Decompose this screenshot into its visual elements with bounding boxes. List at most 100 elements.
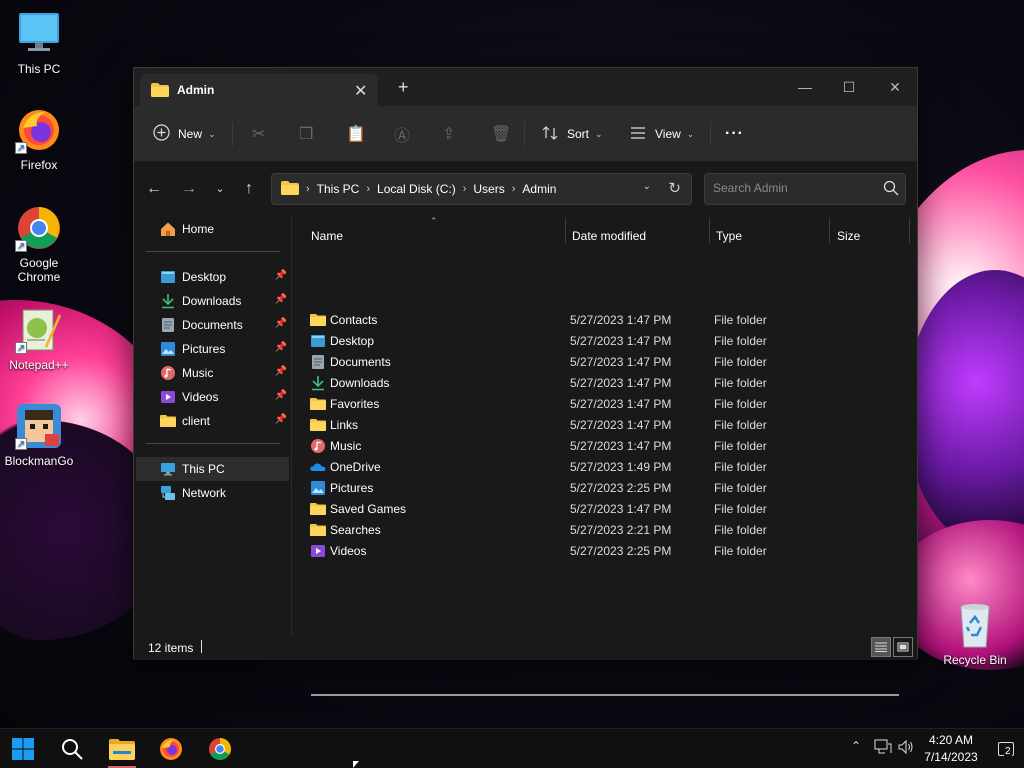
taskbar-chrome[interactable] (200, 729, 240, 768)
search-taskbar-button[interactable] (52, 729, 92, 768)
system-clock[interactable]: 4:20 AM 7/14/2023 (918, 732, 984, 766)
file-name: OneDrive (330, 460, 381, 474)
folder-icon (310, 522, 326, 538)
search-input[interactable] (713, 181, 873, 195)
column-header-name[interactable]: Name (311, 229, 343, 243)
title-bar: Admin ✕ + — ☐ ✕ (134, 68, 917, 106)
file-row[interactable]: Saved Games 5/27/2023 1:47 PM File folder (307, 498, 907, 519)
sidebar-item-label: Network (182, 486, 227, 500)
sort-button[interactable]: Sort ⌄ (542, 120, 603, 148)
refresh-button[interactable]: ↻ (668, 179, 681, 197)
file-date-modified: 5/27/2023 1:47 PM (570, 418, 672, 432)
file-type: File folder (714, 313, 767, 327)
file-date-modified: 5/27/2023 1:47 PM (570, 439, 672, 453)
address-dropdown-button[interactable]: ⌄ (643, 181, 651, 192)
search-icon[interactable] (883, 180, 899, 199)
file-row[interactable]: Pictures 5/27/2023 2:25 PM File folder (307, 477, 907, 498)
sidebar-item-desktop[interactable]: Desktop 📌 (136, 265, 289, 289)
file-row[interactable]: Favorites 5/27/2023 1:47 PM File folder (307, 393, 907, 414)
close-window-button[interactable]: ✕ (872, 73, 918, 101)
firefox-icon (160, 738, 182, 760)
sidebar-item-music[interactable]: Music 📌 (136, 361, 289, 385)
network-tray-icon[interactable] (874, 739, 892, 758)
sidebar-item-pictures[interactable]: Pictures 📌 (136, 337, 289, 361)
desktop-icon-this-pc[interactable]: This PC (1, 10, 77, 76)
desktop-icon-recycle-bin[interactable]: Recycle Bin (937, 601, 1013, 667)
desktop-icon-label: Notepad++ (9, 358, 69, 372)
forward-button[interactable]: → (177, 178, 201, 200)
new-button[interactable]: New ⌄ (153, 120, 216, 148)
recent-locations-button[interactable]: ⌄ (208, 178, 232, 200)
pin-icon: 📌 (274, 294, 287, 305)
cut-button[interactable]: ✂ (252, 120, 265, 148)
file-type: File folder (714, 418, 767, 432)
chevron-right-icon: › (306, 183, 310, 195)
status-bar: 12 items (134, 636, 917, 660)
sidebar-item-this-pc[interactable]: This PC (136, 457, 289, 481)
delete-button[interactable]: 🗑 (491, 120, 511, 148)
up-button[interactable]: ↑ (237, 178, 261, 200)
desktop-icon-notepadpp[interactable]: ↗ Notepad++ (1, 306, 77, 372)
taskbar-firefox[interactable] (151, 729, 191, 768)
copy-button[interactable]: ❐ (299, 120, 313, 148)
sidebar-item-label: Music (182, 366, 214, 380)
desktop-icon-firefox[interactable]: ↗ Firefox (1, 106, 77, 172)
new-tab-button[interactable]: + (398, 78, 409, 96)
search-icon (62, 739, 83, 760)
file-type: File folder (714, 523, 767, 537)
search-box[interactable] (704, 173, 906, 205)
file-date-modified: 5/27/2023 2:25 PM (570, 544, 672, 558)
folder-icon (281, 180, 299, 198)
file-row[interactable]: OneDrive 5/27/2023 1:49 PM File folder (307, 456, 907, 477)
sidebar-item-documents[interactable]: Documents 📌 (136, 313, 289, 337)
column-header-date-modified[interactable]: Date modified (572, 229, 646, 243)
file-row[interactable]: Desktop 5/27/2023 1:47 PM File folder (307, 330, 907, 351)
desktop-icon-blockmango[interactable]: ↗ BlockmanGo (1, 402, 77, 468)
file-row[interactable]: Downloads 5/27/2023 1:47 PM File folder (307, 372, 907, 393)
chrome-icon: ↗ (15, 204, 63, 252)
share-button[interactable]: ⇪ (442, 120, 455, 148)
sidebar-item-client[interactable]: client 📌 (136, 409, 289, 433)
desktop-icon-chrome[interactable]: ↗ Google Chrome (1, 204, 77, 284)
sidebar-item-home[interactable]: Home (136, 217, 289, 241)
minimize-button[interactable]: — (782, 73, 828, 101)
close-tab-button[interactable]: ✕ (354, 81, 367, 101)
tab-admin[interactable]: Admin ✕ (140, 74, 378, 106)
horizontal-scrollbar[interactable] (311, 694, 899, 696)
details-view-button[interactable] (871, 637, 891, 657)
address-bar[interactable]: › This PC › Local Disk (C:) › Users › Ad… (271, 173, 692, 205)
breadcrumb-local-disk[interactable]: Local Disk (C:) (377, 182, 456, 196)
breadcrumb-users[interactable]: Users (473, 182, 504, 196)
more-options-button[interactable]: ··· (725, 120, 744, 148)
file-name: Contacts (330, 313, 378, 327)
file-name: Saved Games (330, 502, 407, 516)
start-button[interactable] (3, 729, 43, 768)
file-row[interactable]: Videos 5/27/2023 2:25 PM File folder (307, 540, 907, 561)
file-date-modified: 5/27/2023 2:25 PM (570, 481, 672, 495)
column-header-size[interactable]: Size (837, 229, 860, 243)
file-row[interactable]: Links 5/27/2023 1:47 PM File folder (307, 414, 907, 435)
breadcrumb-admin[interactable]: Admin (522, 182, 556, 196)
file-row[interactable]: Music 5/27/2023 1:47 PM File folder (307, 435, 907, 456)
tiles-view-button[interactable] (893, 637, 913, 657)
file-row[interactable]: Searches 5/27/2023 2:21 PM File folder (307, 519, 907, 540)
file-date-modified: 5/27/2023 1:49 PM (570, 460, 672, 474)
column-header-type[interactable]: Type (716, 229, 742, 243)
maximize-button[interactable]: ☐ (826, 73, 872, 101)
back-button[interactable]: ← (142, 178, 166, 200)
sidebar-item-videos[interactable]: Videos 📌 (136, 385, 289, 409)
volume-icon[interactable] (898, 739, 914, 758)
sidebar-item-network[interactable]: Network (136, 481, 289, 505)
file-row[interactable]: Documents 5/27/2023 1:47 PM File folder (307, 351, 907, 372)
rename-button[interactable]: Ⓐ (394, 120, 410, 148)
show-hidden-icons-button[interactable]: ⌃ (851, 739, 861, 753)
breadcrumb-this-pc[interactable]: This PC (317, 182, 360, 196)
paste-button[interactable]: 📋 (346, 120, 366, 148)
sidebar-item-downloads[interactable]: Downloads 📌 (136, 289, 289, 313)
documents-icon (160, 317, 176, 333)
taskbar-file-explorer[interactable] (102, 729, 142, 768)
file-row[interactable]: Contacts 5/27/2023 1:47 PM File folder (307, 309, 907, 330)
file-name: Searches (330, 523, 381, 537)
sort-ascending-icon: ⌃ (430, 216, 438, 226)
view-button[interactable]: View ⌄ (630, 120, 694, 148)
